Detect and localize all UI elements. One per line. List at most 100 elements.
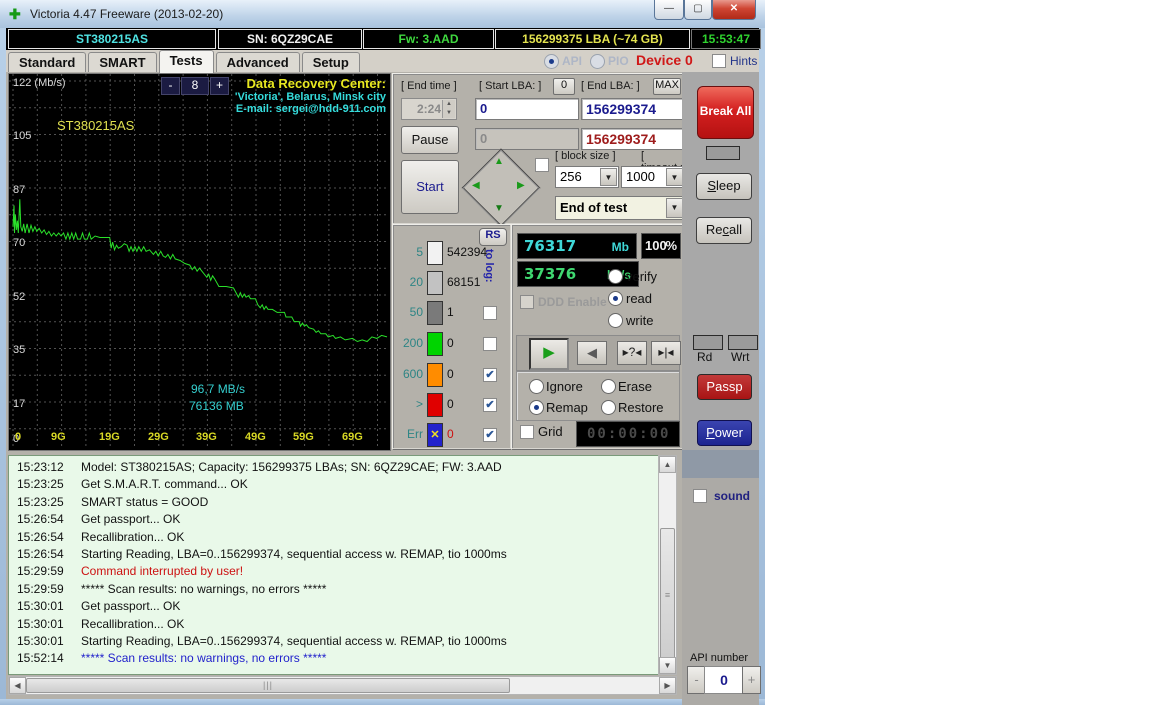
defect-remap-radio[interactable] — [529, 400, 544, 415]
defect-erase-radio[interactable] — [601, 379, 616, 394]
minimize-button[interactable]: — — [654, 0, 684, 20]
scroll-right-icon[interactable]: ▶ — [659, 677, 676, 694]
start-button[interactable]: Start — [401, 160, 459, 214]
error-x-icon: ✕ — [427, 423, 443, 447]
navigator-right-icon[interactable]: ▶ — [517, 180, 525, 191]
timeout-select[interactable]: 1000 ▼ — [621, 166, 685, 188]
app-icon: ✚ — [9, 6, 21, 23]
navigator-down-icon[interactable]: ▼ — [494, 203, 504, 214]
write-led-label: Wrt — [731, 350, 749, 364]
to-log-checkbox[interactable] — [483, 337, 497, 351]
start-lba-zero-button[interactable]: 0 — [553, 78, 575, 95]
after-test-action-select[interactable]: End of test ▼ — [555, 196, 685, 220]
recall-button[interactable]: Recall — [696, 217, 752, 244]
tab-tests[interactable]: Tests — [159, 50, 214, 73]
api-number-value[interactable]: 0 — [704, 666, 744, 694]
log-timestamp: 15:23:12 — [17, 460, 64, 474]
navigator-up-icon[interactable]: ▲ — [494, 156, 504, 167]
block-size-label: [ block size ] — [555, 150, 616, 162]
graph-zoom-value: 8 — [181, 77, 209, 95]
timeout-value: 1000 — [626, 169, 655, 184]
grid-checkbox[interactable] — [520, 425, 534, 439]
to-log-checkbox[interactable] — [483, 306, 497, 320]
tab-setup[interactable]: Setup — [302, 52, 360, 72]
graph-zoom-out-button[interactable]: - — [161, 77, 180, 95]
speed-value: 37376 — [524, 265, 576, 283]
to-log-checkbox[interactable]: ✔ — [483, 398, 497, 412]
scroll-left-icon[interactable]: ◀ — [9, 677, 26, 694]
api-radio[interactable] — [544, 54, 559, 69]
skip-question-button[interactable]: ▸?◂ — [617, 341, 647, 365]
window-border-bottom — [0, 699, 765, 705]
start-lba-input[interactable]: 0 — [475, 98, 579, 120]
close-button[interactable]: ✕ — [712, 0, 756, 20]
hints-label: Hints — [730, 54, 757, 68]
end-time-spin-buttons[interactable]: ▲▼ — [442, 100, 455, 118]
rewind-button[interactable]: ◀ — [577, 341, 607, 365]
write-radio[interactable] — [608, 313, 623, 328]
sleep-button[interactable]: Sleep — [696, 173, 752, 200]
to-log-checkbox[interactable]: ✔ — [483, 368, 497, 382]
histogram-bucket-swatch — [427, 332, 443, 356]
start-lba-label: [ Start LBA: ] — [479, 80, 541, 92]
pio-radio[interactable] — [590, 54, 605, 69]
log-panel: 15:23:12 Model: ST380215AS; Capacity: 156… — [8, 455, 660, 675]
histogram-bucket-swatch — [427, 271, 443, 295]
read-radio[interactable] — [608, 291, 623, 306]
log-vertical-scrollbar[interactable]: ▲ ≡ ▼ — [658, 455, 677, 675]
tab-standard[interactable]: Standard — [8, 52, 86, 72]
hints-checkbox[interactable] — [712, 54, 726, 68]
verify-radio[interactable] — [608, 269, 623, 284]
api-number-increment-button[interactable]: + — [742, 666, 761, 694]
log-horizontal-scrollbar[interactable]: ◀ ||| ▶ — [8, 676, 677, 695]
tab-smart[interactable]: SMART — [88, 52, 156, 72]
rewind-icon: ◀ — [587, 345, 597, 360]
tab-advanced[interactable]: Advanced — [216, 52, 300, 72]
x-axis-tick: 19G — [99, 431, 120, 443]
chevron-down-icon[interactable]: ▼ — [666, 198, 683, 218]
skip-end-button[interactable]: ▸|◂ — [651, 341, 681, 365]
rs-button[interactable]: RS — [479, 228, 507, 246]
pause-button[interactable]: Pause — [401, 126, 459, 154]
percent-display: 100 % — [641, 233, 681, 259]
maximize-button[interactable]: ▢ — [684, 0, 712, 20]
navigator-checkbox[interactable] — [535, 158, 549, 172]
histogram-bucket-swatch — [427, 393, 443, 417]
to-log-checkbox[interactable]: ✔ — [483, 428, 497, 442]
horizontal-scroll-thumb[interactable]: ||| — [26, 678, 510, 693]
sound-checkbox[interactable] — [693, 489, 707, 503]
power-button[interactable]: Power — [697, 420, 752, 446]
histogram-bucket-value: 0 — [447, 397, 454, 411]
percent-value: 100 — [645, 238, 667, 253]
read-radio-label: read — [626, 291, 652, 306]
log-message: Get passport... OK — [81, 599, 180, 613]
current-speed-label: 96,7 MB/s — [191, 382, 245, 396]
end-lba-max-button[interactable]: MAX — [653, 78, 681, 95]
break-all-button[interactable]: Break All — [697, 86, 754, 139]
title-bar[interactable]: ✚ Victoria 4.47 Freeware (2013-02-20) — … — [0, 0, 765, 29]
head-position-navigator[interactable]: ▲ ◀ ▶ ▼ — [469, 156, 531, 218]
chevron-down-icon[interactable]: ▼ — [600, 168, 617, 186]
graph-zoom-in-button[interactable]: + — [210, 77, 229, 95]
navigator-left-icon[interactable]: ◀ — [472, 180, 480, 191]
defect-restore-radio[interactable] — [601, 400, 616, 415]
histogram-bucket-swatch — [427, 301, 443, 325]
chevron-down-icon[interactable]: ▼ — [666, 168, 683, 186]
log-message: Model: ST380215AS; Capacity: 156299375 L… — [81, 460, 502, 474]
histogram-bucket-label: 20 — [395, 275, 423, 289]
defect-ignore-radio[interactable] — [529, 379, 544, 394]
end-lba-input[interactable]: 156299374 — [581, 98, 683, 120]
vertical-scroll-thumb[interactable]: ≡ — [660, 528, 675, 662]
log-timestamp: 15:29:59 — [17, 564, 64, 578]
verify-radio-label: verify — [626, 269, 657, 284]
end-time-spinner[interactable]: 2:24 ▲▼ — [401, 98, 457, 120]
passp-button[interactable]: Passp — [697, 374, 752, 400]
ddd-enable-checkbox[interactable] — [520, 295, 534, 309]
tab-strip: StandardSMARTTestsAdvancedSetup API PIO … — [6, 50, 759, 72]
block-size-select[interactable]: 256 ▼ — [555, 166, 619, 188]
play-button[interactable]: ▶ — [529, 338, 569, 370]
clock: 15:53:47 — [691, 29, 761, 49]
scroll-up-icon[interactable]: ▲ — [659, 456, 676, 473]
graph-model-label: ST380215AS — [57, 118, 134, 133]
scroll-down-icon[interactable]: ▼ — [659, 657, 676, 674]
